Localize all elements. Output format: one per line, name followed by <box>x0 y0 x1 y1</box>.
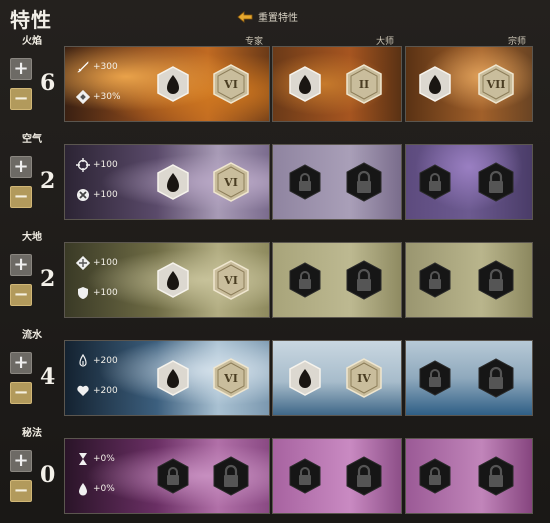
locked-trait-node <box>418 164 452 200</box>
trait-line-name: 火焰 <box>22 36 42 47</box>
locked-trait-node <box>345 456 383 496</box>
stat-row: +200 <box>76 354 118 368</box>
stat-value: +30% <box>93 92 121 102</box>
trait-rank-label: VI <box>224 371 238 385</box>
add-point-button[interactable]: + <box>10 254 32 276</box>
reset-traits-button[interactable]: 重置特性 <box>236 9 298 24</box>
remove-point-button[interactable]: − <box>10 88 32 110</box>
stat-row: +100 <box>76 188 118 202</box>
stat-row: +200 <box>76 384 118 398</box>
drop-icon <box>79 483 87 496</box>
minor-trait-node[interactable] <box>418 66 452 102</box>
remove-point-button[interactable]: − <box>10 382 32 404</box>
trait-rank-label: VI <box>224 77 238 91</box>
trait-line-name: 流水 <box>22 330 42 341</box>
locked-trait-node <box>288 458 322 494</box>
minor-trait-node[interactable] <box>288 66 322 102</box>
remove-point-button[interactable]: − <box>10 284 32 306</box>
vitality-shield-icon <box>78 287 88 299</box>
trait-rank-label: II <box>358 77 370 91</box>
stat-value: +0% <box>93 454 115 464</box>
stat-value: +0% <box>93 484 115 494</box>
stat-value: +100 <box>93 190 118 200</box>
power-sword-icon <box>77 61 89 73</box>
stat-value: +100 <box>93 160 118 170</box>
toughness-icon <box>76 256 90 270</box>
reset-arrow-icon <box>237 10 253 23</box>
major-trait-node[interactable]: II <box>345 64 383 104</box>
locked-trait-node <box>477 358 515 398</box>
trait-points-value: 0 <box>40 462 56 488</box>
stat-row: +100 <box>76 286 118 300</box>
major-trait-node[interactable]: VI <box>212 358 250 398</box>
minor-trait-node[interactable] <box>156 262 190 298</box>
major-trait-node[interactable]: VI <box>212 162 250 202</box>
stat-value: +100 <box>93 258 118 268</box>
trait-rank-label: IV <box>357 371 371 385</box>
healing-power-icon <box>79 354 87 367</box>
stat-row: +30% <box>76 90 121 104</box>
stat-row: +100 <box>76 158 118 172</box>
trait-line-name: 秘法 <box>22 428 42 439</box>
locked-trait-node <box>345 162 383 202</box>
reset-traits-label: 重置特性 <box>258 13 298 24</box>
stat-value: +200 <box>93 386 118 396</box>
trait-points-value: 2 <box>40 266 56 292</box>
trait-rank-label: VI <box>224 175 238 189</box>
trait-rank-label: VII <box>486 77 506 91</box>
locked-trait-node <box>477 260 515 300</box>
condition-damage-icon <box>76 90 90 104</box>
locked-trait-node <box>212 456 250 496</box>
minor-trait-node[interactable] <box>156 66 190 102</box>
trait-line-fire: 火焰 专家 大师 宗师 + − 6 +300 +30% VI II VII <box>0 36 550 150</box>
trait-line-water: 流水 + − 4 +200 +200 VI IV <box>0 330 550 444</box>
stat-row: +300 <box>76 60 118 74</box>
minor-trait-node[interactable] <box>288 360 322 396</box>
trait-line-air: 空气 + − 2 +100 +100 VI <box>0 134 550 248</box>
locked-trait-node <box>345 260 383 300</box>
major-trait-node[interactable]: VII <box>477 64 515 104</box>
stat-row: +0% <box>76 482 115 496</box>
trait-points-value: 4 <box>40 364 56 390</box>
stat-value: +300 <box>93 62 118 72</box>
remove-point-button[interactable]: − <box>10 186 32 208</box>
add-point-button[interactable]: + <box>10 156 32 178</box>
ferocity-x-icon <box>77 189 89 201</box>
locked-trait-node <box>418 360 452 396</box>
locked-trait-node <box>156 458 190 494</box>
trait-points-value: 2 <box>40 168 56 194</box>
add-point-button[interactable]: + <box>10 58 32 80</box>
heart-icon <box>77 385 89 396</box>
major-trait-node[interactable]: IV <box>345 358 383 398</box>
trait-line-name: 大地 <box>22 232 42 243</box>
stat-row: +100 <box>76 256 118 270</box>
minor-trait-node[interactable] <box>156 360 190 396</box>
trait-points-value: 6 <box>40 70 56 96</box>
locked-trait-node <box>477 456 515 496</box>
precision-crosshair-icon <box>76 158 90 172</box>
locked-trait-node <box>288 164 322 200</box>
stat-value: +200 <box>93 356 118 366</box>
add-point-button[interactable]: + <box>10 352 32 374</box>
page-title: 特性 <box>10 8 52 32</box>
major-trait-node[interactable]: VI <box>212 260 250 300</box>
trait-line-arcane: 秘法 + − 0 +0% +0% <box>0 428 550 523</box>
minor-trait-node[interactable] <box>156 164 190 200</box>
trait-line-name: 空气 <box>22 134 42 145</box>
locked-trait-node <box>477 162 515 202</box>
trait-rank-label: VI <box>224 273 238 287</box>
stat-row: +0% <box>76 452 115 466</box>
remove-point-button[interactable]: − <box>10 480 32 502</box>
hourglass-icon <box>79 453 87 465</box>
major-trait-node[interactable]: VI <box>212 64 250 104</box>
locked-trait-node <box>288 262 322 298</box>
locked-trait-node <box>418 458 452 494</box>
add-point-button[interactable]: + <box>10 450 32 472</box>
trait-line-earth: 大地 + − 2 +100 +100 VI <box>0 232 550 346</box>
stat-value: +100 <box>93 288 118 298</box>
locked-trait-node <box>418 262 452 298</box>
